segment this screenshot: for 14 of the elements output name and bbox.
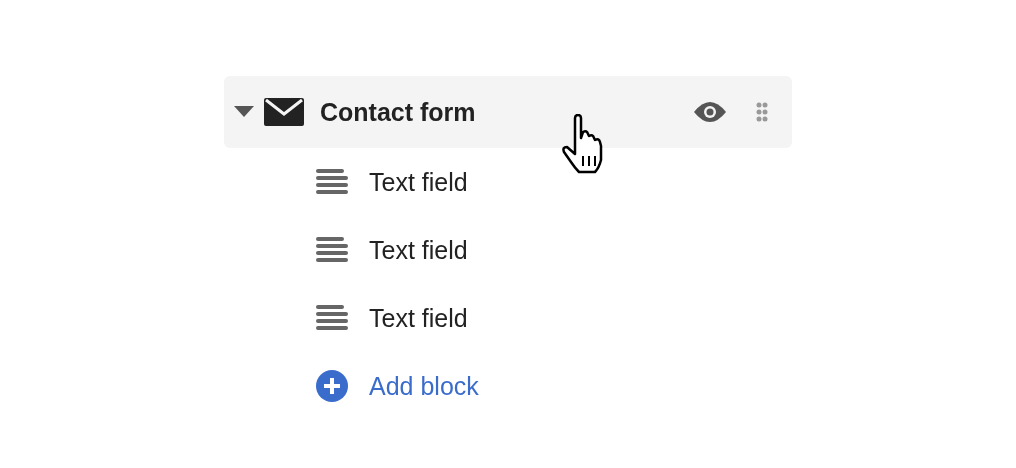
add-block-link[interactable]: Add block	[369, 371, 479, 401]
block-label[interactable]: Text field	[369, 303, 468, 333]
text-lines-icon	[316, 237, 348, 263]
block-label[interactable]: Text field	[369, 235, 468, 265]
section-title: Contact form	[320, 97, 477, 127]
text-lines-icon	[316, 305, 348, 331]
section-header[interactable]: Contact form	[224, 76, 792, 148]
plus-icon[interactable]	[316, 370, 348, 402]
block-label[interactable]: Text field	[369, 167, 468, 197]
caret-icon[interactable]	[234, 106, 254, 118]
eye-icon[interactable]	[694, 101, 726, 123]
envelope-icon	[264, 98, 304, 126]
text-lines-icon	[316, 169, 348, 195]
drag-handle-icon[interactable]	[756, 102, 768, 122]
